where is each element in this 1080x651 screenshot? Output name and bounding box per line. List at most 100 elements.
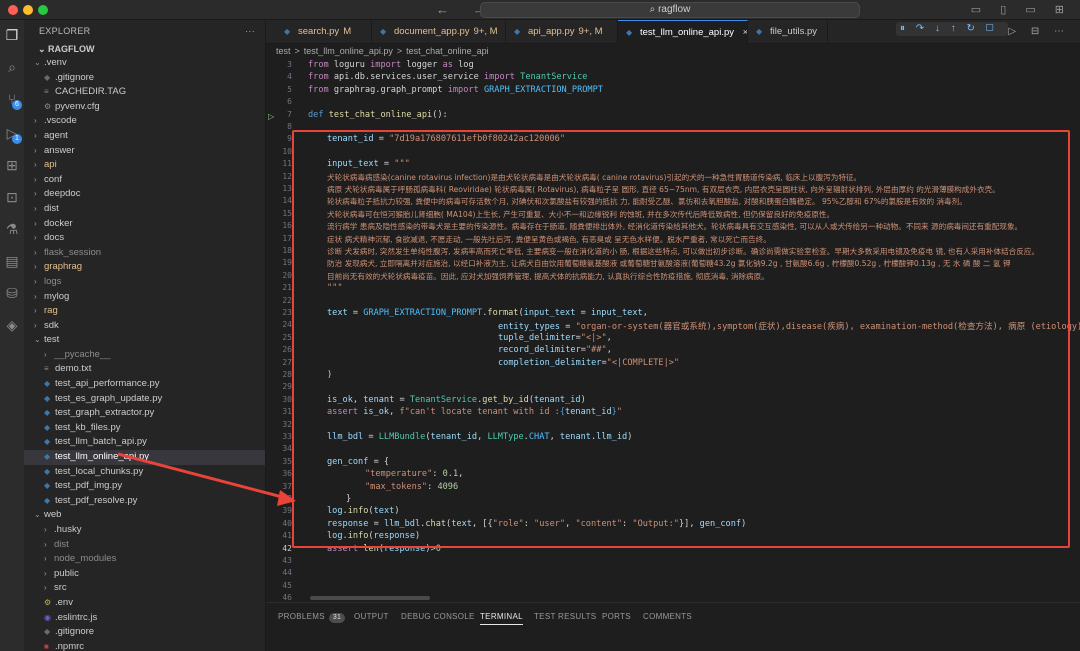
tree-file[interactable]: ◆ test_local_chunks.py (24, 465, 265, 480)
tree-file[interactable]: ■ .npmrc (24, 640, 265, 651)
tree-folder[interactable]: › flask_session (24, 246, 265, 261)
tree-folder[interactable]: › .husky (24, 523, 265, 538)
testing-icon[interactable]: ⚗ (3, 220, 21, 238)
editor-tab[interactable]: ◆ document_app.py 9+, M (372, 20, 506, 44)
layout-controls-icon[interactable]: ▭ ▯ ▭ ⊞ (971, 3, 1072, 16)
tree-file[interactable]: ◆ .gitignore (24, 71, 265, 86)
explorer-icon[interactable]: ❐ (3, 26, 21, 44)
more-actions-icon[interactable]: ··· (245, 20, 255, 42)
tree-file[interactable]: ◆ test_graph_extractor.py (24, 406, 265, 421)
line-number: 29 (282, 382, 292, 392)
tree-folder[interactable]: › logs (24, 275, 265, 290)
tree-folder[interactable]: › dist (24, 202, 265, 217)
panel-tab-test-results[interactable]: TEST RESULTS (534, 612, 596, 621)
tree-file[interactable]: ≡ CACHEDIR.TAG (24, 85, 265, 100)
editor-tab[interactable]: ◆ search.py M (276, 20, 372, 44)
tree-file[interactable]: ◆ test_llm_online_api.py (24, 450, 265, 465)
tree-item-label: test_pdf_resolve.py (55, 494, 138, 506)
chevron-down-icon: ⌄ (34, 510, 41, 520)
breadcrumb-item[interactable]: test_llm_online_api.py (304, 46, 393, 56)
panel-tab-debug-console[interactable]: DEBUG CONSOLE (401, 612, 475, 621)
tree-folder[interactable]: › rag (24, 304, 265, 319)
tree-folder[interactable]: › mylog (24, 290, 265, 305)
tree-file[interactable]: ⚙ .env (24, 596, 265, 611)
tree-folder[interactable]: › docs (24, 231, 265, 246)
maximize-window-button[interactable] (38, 5, 48, 15)
file-type-icon: ◆ (44, 437, 51, 447)
tree-file[interactable]: ◆ test_llm_batch_api.py (24, 435, 265, 450)
editor-tab[interactable]: ◆ test_llm_online_api.py × (618, 20, 748, 44)
tree-file[interactable]: ≡ demo.txt (24, 362, 265, 377)
panel-tab-terminal[interactable]: TERMINAL (480, 612, 523, 625)
tree-file[interactable]: ◉ .eslintrc.js (24, 611, 265, 626)
workspace-root[interactable]: ⌄ RAGFLOW (24, 42, 265, 56)
tab-modified-badge: 9+, M (473, 26, 498, 37)
code-llm-bundle: llm_bdl = LLMBundle(tenant_id, LLMType.C… (327, 432, 633, 442)
line-number: 5 (287, 84, 292, 94)
tree-item-label: test_llm_batch_api.py (55, 436, 147, 448)
python-file-icon: ◆ (284, 27, 291, 36)
tree-folder[interactable]: › docker (24, 217, 265, 232)
panel-tab-comments[interactable]: COMMENTS (643, 612, 692, 621)
editor-tab[interactable]: ◆ api_app.py 9+, M (506, 20, 618, 44)
tree-folder[interactable]: › api (24, 158, 265, 173)
tree-file[interactable]: ◆ test_kb_files.py (24, 421, 265, 436)
tree-folder[interactable]: › graphrag (24, 260, 265, 275)
tree-file[interactable]: ◆ test_api_performance.py (24, 377, 265, 392)
chevron-right-icon: › (44, 568, 47, 578)
tree-file[interactable]: ◆ test_pdf_img.py (24, 479, 265, 494)
editor-tab[interactable]: ◆ file_utils.py (748, 20, 828, 44)
search-icon[interactable]: ⌕ (3, 58, 21, 76)
tree-folder[interactable]: › .vscode (24, 114, 265, 129)
tree-folder[interactable]: › sdk (24, 319, 265, 334)
horizontal-scrollbar[interactable] (310, 596, 430, 600)
file-type-icon: ◉ (44, 612, 51, 622)
line-number: 22 (282, 295, 292, 305)
tree-folder[interactable]: › agent (24, 129, 265, 144)
docker-icon[interactable]: ▤ (3, 252, 21, 270)
breadcrumb-item[interactable]: test (276, 46, 291, 56)
file-type-icon: ◆ (44, 72, 51, 82)
command-center-search[interactable]: ⌕ ragflow (480, 2, 860, 18)
layers-icon[interactable]: ◈ (3, 316, 21, 334)
tree-folder[interactable]: › dist (24, 538, 265, 553)
close-window-button[interactable] (8, 5, 18, 15)
chevron-right-icon: › (44, 583, 47, 593)
file-type-icon: ≡ (44, 87, 49, 97)
tree-folder[interactable]: › conf (24, 173, 265, 188)
tree-file[interactable]: ⚙ pyvenv.cfg (24, 100, 265, 115)
code-editor[interactable]: ▷ 3 4 5 6 7 8 9 10 11 12 13 14 15 16 17 18 19 20 21 22 23 24 2… (266, 58, 1080, 601)
tree-folder[interactable]: ⌄ web (24, 508, 265, 523)
editor-actions-icon[interactable]: ▷ ⊟ ⋯ (1008, 26, 1070, 37)
remote-icon[interactable]: ⊡ (3, 188, 21, 206)
chevron-right-icon: › (44, 349, 47, 359)
tree-folder[interactable]: › src (24, 581, 265, 596)
tree-folder[interactable]: › answer (24, 144, 265, 159)
tree-folder[interactable]: › __pycache__ (24, 348, 265, 363)
panel-tab-ports[interactable]: PORTS (602, 612, 631, 621)
line-number: 11 (282, 159, 292, 169)
tree-folder[interactable]: › node_modules (24, 552, 265, 567)
tree-folder[interactable]: › deepdoc (24, 187, 265, 202)
extensions-icon[interactable]: ⊞ (3, 156, 21, 174)
panel-tab-output[interactable]: OUTPUT (354, 612, 389, 621)
panel-tab-label: COMMENTS (643, 612, 693, 621)
docstring-line: 流行病学 患病及隐性感染的带毒犬是主要的传染源性。病毒存在于肠道, 随粪便排出体… (327, 222, 1023, 232)
debug-toolbar[interactable]: ⏸ ↷ ↓ ↑ ↻ ▢ (896, 22, 1008, 36)
notification-badge: 1 (12, 134, 22, 144)
breadcrumb-item[interactable]: test_chat_online_api (406, 46, 489, 56)
tree-item-label: dist (54, 538, 69, 550)
database-icon[interactable]: ⛁ (3, 284, 21, 302)
panel-tab-label: OUTPUT (354, 612, 389, 621)
tree-file[interactable]: ◆ .gitignore (24, 625, 265, 640)
panel-tab-problems[interactable]: PROBLEMS 31 (278, 612, 346, 623)
tree-folder[interactable]: ⌄ test (24, 333, 265, 348)
tree-file[interactable]: ◆ test_es_graph_update.py (24, 392, 265, 407)
line-number: 12 (282, 171, 292, 181)
close-tab-icon[interactable]: × (740, 27, 747, 38)
line-number: 24 (282, 320, 292, 330)
minimize-window-button[interactable] (23, 5, 33, 15)
tree-folder[interactable]: ⌄ .venv (24, 56, 265, 71)
tree-file[interactable]: ◆ test_pdf_resolve.py (24, 494, 265, 509)
tree-folder[interactable]: › public (24, 567, 265, 582)
